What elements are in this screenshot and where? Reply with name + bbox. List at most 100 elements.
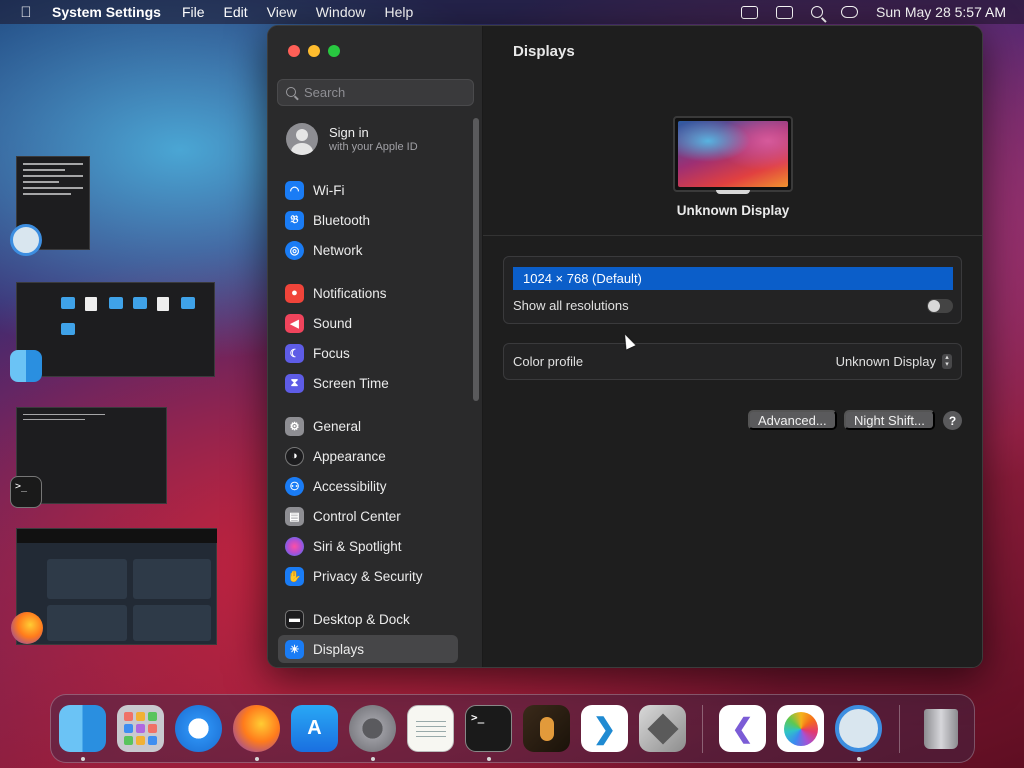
- avatar: [286, 123, 318, 155]
- firefox-icon[interactable]: [11, 612, 43, 644]
- divider: [483, 235, 982, 236]
- control-center-icon: ▤: [285, 506, 304, 526]
- control-center-icon[interactable]: [841, 6, 859, 18]
- search-input[interactable]: [304, 85, 464, 100]
- menu-bar:  System Settings File Edit View Window …: [0, 0, 1024, 24]
- page-title: Displays: [513, 43, 575, 60]
- textedit-icon[interactable]: [407, 705, 454, 752]
- launchpad-icon[interactable]: [117, 705, 164, 752]
- dock-separator: [702, 705, 703, 753]
- sidebar-item-general[interactable]: ⚙ General: [278, 412, 458, 440]
- system-settings-icon[interactable]: [349, 705, 396, 752]
- sidebar-item-label: Displays: [313, 641, 365, 657]
- sidebar-item-notifications[interactable]: ● Notifications: [278, 279, 458, 307]
- displays-pane: Displays Unknown Display 1024 × 768 (Def…: [483, 26, 982, 667]
- app-store-icon[interactable]: A: [291, 705, 338, 752]
- sidebar-item-label: Appearance: [313, 448, 386, 464]
- apple-id-sign-in[interactable]: Sign in with your Apple ID: [286, 123, 418, 155]
- menu-app-name[interactable]: System Settings: [52, 4, 161, 20]
- show-all-resolutions-row: Show all resolutions: [513, 298, 953, 313]
- night-shift-button[interactable]: Night Shift...: [844, 410, 935, 430]
- guitar-icon[interactable]: [523, 705, 570, 752]
- help-button[interactable]: ?: [943, 411, 962, 430]
- trash-icon[interactable]: [917, 705, 964, 752]
- minimize-button[interactable]: [308, 45, 320, 57]
- vscode-icon[interactable]: ❯: [581, 705, 628, 752]
- finder-icon[interactable]: [59, 705, 106, 752]
- apple-menu-icon[interactable]: : [0, 4, 52, 21]
- zoom-button[interactable]: [328, 45, 340, 57]
- chevron-up-down-icon: ▴ ▾: [942, 354, 952, 369]
- dock-icon: ▬: [285, 609, 304, 629]
- display-stand: [716, 190, 750, 194]
- sidebar-item-focus[interactable]: ☾ Focus: [278, 339, 458, 367]
- sidebar-item-wifi[interactable]: ◠ Wi-Fi: [278, 176, 458, 204]
- sidebar-item-bluetooth[interactable]: 𝔅 Bluetooth: [278, 206, 458, 234]
- sidebar-item-displays[interactable]: ☀ Displays: [278, 635, 458, 663]
- window-controls: [288, 45, 340, 57]
- running-indicator: [371, 757, 375, 761]
- keyboard-input-icon[interactable]: [741, 5, 759, 19]
- color-profile-label: Color profile: [513, 354, 584, 369]
- bluetooth-icon: 𝔅: [285, 210, 304, 230]
- finder-icon[interactable]: [10, 350, 42, 382]
- close-button[interactable]: [288, 45, 300, 57]
- appearance-icon: ◑: [285, 446, 304, 466]
- terminal-icon[interactable]: >_: [465, 705, 512, 752]
- sidebar-item-siri-spotlight[interactable]: Siri & Spotlight: [278, 532, 458, 560]
- menu-file[interactable]: File: [182, 4, 205, 20]
- screen-mirroring-icon[interactable]: [776, 5, 794, 19]
- color-profile-select[interactable]: Unknown Display ▴ ▾: [836, 354, 952, 369]
- menu-view[interactable]: View: [267, 4, 297, 20]
- display-thumbnail-icon[interactable]: [673, 116, 793, 192]
- color-profile-row: Color profile Unknown Display ▴ ▾: [503, 343, 962, 380]
- sidebar-item-appearance[interactable]: ◑ Appearance: [278, 442, 458, 470]
- show-all-resolutions-toggle[interactable]: [927, 298, 953, 313]
- running-indicator: [487, 757, 491, 761]
- sidebar-item-desktop-dock[interactable]: ▬ Desktop & Dock: [278, 605, 458, 633]
- sidebar-item-screen-time[interactable]: ⧗ Screen Time: [278, 369, 458, 397]
- terminal-icon[interactable]: >_: [10, 476, 42, 508]
- sidebar-item-label: General: [313, 418, 362, 434]
- speaker-icon: ◀: [285, 313, 304, 333]
- display-name: Unknown Display: [676, 203, 790, 218]
- sidebar-item-label: Accessibility: [313, 478, 387, 494]
- sign-in-subtitle: with your Apple ID: [329, 141, 418, 153]
- sun-icon: ☀: [285, 639, 304, 659]
- sidebar-item-label: Notifications: [313, 285, 387, 301]
- menu-edit[interactable]: Edit: [224, 4, 248, 20]
- advanced-button[interactable]: Advanced...: [748, 410, 837, 430]
- screen-sharing-icon[interactable]: [835, 705, 882, 752]
- menu-help[interactable]: Help: [385, 4, 414, 20]
- visual-studio-icon[interactable]: ❮: [719, 705, 766, 752]
- stage-thumbnail-firefox[interactable]: [16, 528, 217, 645]
- firefox-icon[interactable]: [233, 705, 280, 752]
- stage-thumbnail-finder[interactable]: [16, 282, 215, 377]
- photos-icon[interactable]: [777, 705, 824, 752]
- sidebar-scrollbar[interactable]: [473, 118, 479, 401]
- sidebar-item-network[interactable]: ◎ Network: [278, 236, 458, 264]
- sidebar-item-accessibility[interactable]: ⚇ Accessibility: [278, 472, 458, 500]
- spotlight-search-icon[interactable]: [811, 6, 824, 18]
- sidebar-item-sound[interactable]: ◀ Sound: [278, 309, 458, 337]
- menu-clock[interactable]: Sun May 28 5:57 AM: [876, 4, 1006, 20]
- bootcamp-icon[interactable]: [639, 705, 686, 752]
- resolution-option-selected[interactable]: 1024 × 768 (Default): [513, 267, 953, 290]
- sidebar-item-label: Bluetooth: [313, 212, 371, 228]
- screen-sharing-icon[interactable]: [10, 224, 42, 256]
- sign-in-title: Sign in: [329, 125, 369, 140]
- menu-window[interactable]: Window: [316, 4, 366, 20]
- sidebar-item-label: Focus: [313, 345, 350, 361]
- sidebar-item-label: Control Center: [313, 508, 401, 524]
- globe-icon: ◎: [285, 240, 304, 260]
- hourglass-icon: ⧗: [285, 373, 304, 393]
- sidebar-search[interactable]: [277, 79, 474, 106]
- siri-icon: [285, 536, 304, 556]
- sidebar-item-control-center[interactable]: ▤ Control Center: [278, 502, 458, 530]
- safari-icon[interactable]: [175, 705, 222, 752]
- sidebar-item-privacy-security[interactable]: ✋ Privacy & Security: [278, 562, 458, 590]
- sidebar-item-label: Siri & Spotlight: [313, 538, 402, 554]
- running-indicator: [857, 757, 861, 761]
- sidebar-item-label: Sound: [313, 315, 353, 331]
- accessibility-icon: ⚇: [285, 476, 304, 496]
